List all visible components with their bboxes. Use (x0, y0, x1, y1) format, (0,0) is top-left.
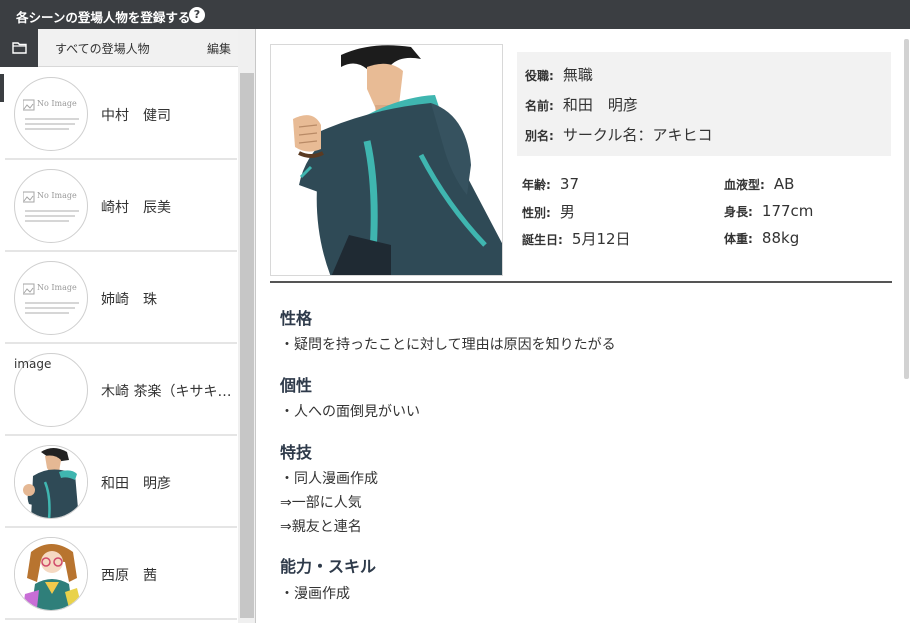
section-line: ・人への面倒見がいい (280, 404, 420, 420)
app-header: 各シーンの登場人物を登録する ? (0, 0, 910, 29)
height-label: 身長 (724, 205, 749, 219)
character-illustration-man (15, 446, 87, 518)
avatar-illustration (14, 537, 88, 611)
character-item-nakamura[interactable]: No Image 中村 健司 (5, 68, 237, 160)
character-sidebar: すべての登場人物 編集 No Image 中村 健司 No Image 崎村 辰… (0, 29, 256, 623)
name-label: 名前 (525, 99, 550, 113)
character-name: 木崎 茶楽（キサキ… (101, 384, 231, 400)
placeholder-caption-line (25, 210, 79, 212)
gender-label: 性別 (522, 206, 547, 220)
blood-type-label: 血液型 (724, 178, 761, 192)
character-item-sakimura[interactable]: No Image 崎村 辰美 (5, 160, 237, 252)
selection-marker (0, 74, 4, 102)
avatar-placeholder: No Image (14, 169, 88, 243)
placeholder-caption-line (25, 123, 75, 125)
age-value: 37 (559, 175, 580, 193)
avatar-placeholder: No Image (14, 77, 88, 151)
help-icon[interactable]: ? (189, 7, 205, 23)
character-illustration-man (271, 45, 502, 275)
section-line: ・漫画作成 (280, 586, 350, 602)
section-title-abilities: 能力・スキル (280, 557, 377, 576)
character-item-wada[interactable]: 和田 明彦 (5, 436, 237, 528)
gender-value: 男 (559, 203, 575, 221)
character-list: No Image 中村 健司 No Image 崎村 辰美 No Image 姉… (5, 68, 237, 620)
image-alt-text: image (14, 357, 52, 371)
avatar-placeholder: No Image (14, 261, 88, 335)
alias-row: 別名: サークル名：アキヒコ (525, 126, 713, 144)
section-line: ⇒親友と連名 (280, 519, 362, 535)
page-title: 各シーンの登場人物を登録する (16, 10, 191, 25)
character-name: 崎村 辰美 (101, 200, 171, 216)
detail-scrollbar[interactable] (904, 39, 909, 379)
profile-basic-info: 役職: 無職 名前: 和田 明彦 別名: サークル名：アキヒコ (517, 52, 891, 156)
name-row: 名前: 和田 明彦 (525, 96, 638, 114)
character-item-kisaki[interactable]: image 木崎 茶楽（キサキ… (5, 344, 237, 436)
character-name: 姉崎 珠 (101, 292, 157, 308)
height-value: 177cm (761, 202, 814, 220)
placeholder-caption-line (25, 307, 75, 309)
placeholder-caption-line (25, 220, 69, 222)
weight-row: 体重: 88kg (724, 229, 800, 247)
section-line: ⇒一部に人気 (280, 495, 362, 511)
birthday-value: 5月12日 (571, 230, 631, 248)
edit-button[interactable]: 編集 (207, 40, 231, 57)
character-portrait (270, 44, 503, 276)
placeholder-caption-line (25, 118, 79, 120)
gender-row: 性別: 男 (522, 203, 575, 221)
section-line: ・同人漫画作成 (280, 471, 378, 487)
character-name: 中村 健司 (101, 108, 171, 124)
placeholder-caption-line (25, 312, 69, 314)
section-title-individuality: 個性 (280, 376, 313, 395)
sidebar-scrollbar-thumb[interactable] (240, 73, 254, 618)
age-label: 年齢 (522, 178, 547, 192)
placeholder-caption-line (25, 215, 75, 217)
profile-divider (270, 281, 892, 283)
folder-icon (12, 42, 27, 54)
blood-type-value: AB (773, 175, 795, 193)
birthday-label: 誕生日 (522, 233, 559, 247)
folder-button[interactable] (0, 29, 38, 67)
sidebar-header: すべての登場人物 編集 (0, 29, 238, 67)
placeholder-caption-line (25, 128, 69, 130)
alias-label: 別名 (525, 129, 550, 143)
section-line: ・疑問を持ったことに対して理由は原因を知りたがる (280, 337, 616, 353)
placeholder-caption-line (25, 302, 79, 304)
no-image-text: No Image (37, 99, 77, 108)
no-image-text: No Image (37, 283, 77, 292)
alias-value: サークル名：アキヒコ (562, 126, 713, 144)
height-row: 身長: 177cm (724, 202, 814, 220)
avatar-illustration (14, 445, 88, 519)
character-item-nishihara[interactable]: 西原 茜 (5, 528, 237, 620)
character-detail: 役職: 無職 名前: 和田 明彦 別名: サークル名：アキヒコ 年齢: 37 性… (256, 29, 910, 623)
age-row: 年齢: 37 (522, 175, 580, 193)
blood-type-row: 血液型: AB (724, 175, 795, 193)
role-value: 無職 (562, 66, 593, 84)
no-image-text: No Image (37, 191, 77, 200)
role-label: 役職 (525, 69, 550, 83)
birthday-row: 誕生日: 5月12日 (522, 230, 631, 248)
filter-all-characters[interactable]: すべての登場人物 (55, 40, 150, 57)
weight-value: 88kg (761, 229, 800, 247)
character-illustration-woman (15, 538, 87, 610)
section-title-special-skill: 特技 (280, 443, 313, 462)
role-row: 役職: 無職 (525, 66, 593, 84)
weight-label: 体重 (724, 232, 749, 246)
character-item-anezaki[interactable]: No Image 姉崎 珠 (5, 252, 237, 344)
section-title-personality: 性格 (280, 309, 313, 328)
avatar-broken-image: image (14, 353, 88, 427)
character-name: 和田 明彦 (101, 476, 171, 492)
character-name: 西原 茜 (101, 568, 157, 584)
name-value: 和田 明彦 (562, 96, 638, 114)
